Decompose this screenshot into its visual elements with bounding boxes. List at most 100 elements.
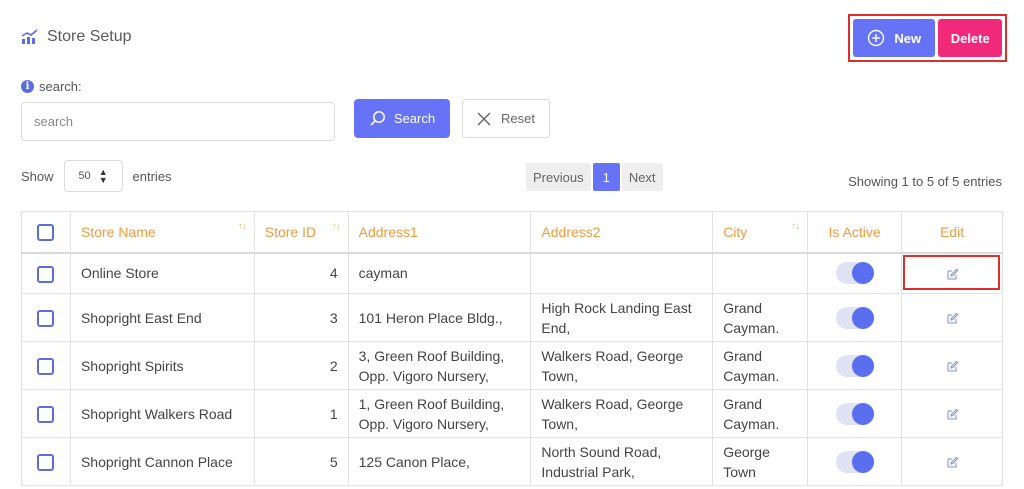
table-row: Shopright Spirits 2 3, Green Roof Buildi… [21,341,1003,390]
active-toggle[interactable] [835,262,874,285]
address2-cell: High Rock Landing East End, [530,293,714,342]
search-label: i search: [21,79,82,94]
address2-cell: Walkers Road, George Town, [530,341,714,390]
select-all-header [21,211,71,253]
store-name-cell: Shopright Cannon Place [69,437,255,486]
table-row: Shopright Walkers Road 1 1, Green Roof B… [21,389,1003,438]
row-checkbox[interactable] [37,266,55,284]
column-header-address1: Address1 [347,211,532,253]
edit-cell [901,389,1003,438]
city-cell: Grand Cayman. [712,341,809,390]
store-name-cell: Online Store [69,252,255,294]
table-row: Shopright East End 3 101 Heron Place Bld… [21,293,1003,342]
entries-select-value: 50 [78,170,91,182]
row-checkbox[interactable] [37,358,55,376]
address2-cell: Walkers Road, George Town, [530,389,714,438]
sort-icon: ↑↓ [237,221,247,232]
is-active-cell [807,389,903,438]
is-active-cell [807,293,903,342]
city-cell: Grand Cayman. [712,389,809,438]
row-checkbox[interactable] [37,310,55,328]
edit-icon[interactable] [946,456,959,469]
row-checkbox[interactable] [37,454,55,472]
column-header-is-active: Is Active [807,211,903,253]
table-row: Shopright Cannon Place 5 125 Canon Place… [21,437,1003,486]
previous-page-button[interactable]: Previous [526,163,591,191]
show-label: Show [21,168,54,184]
page-header: Store Setup [21,28,132,46]
city-cell [712,252,809,294]
sort-icon: ↑↓ [331,221,341,232]
address2-cell [530,252,714,294]
column-label: Edit [939,223,965,240]
column-label: Address2 [541,223,601,240]
edit-icon[interactable] [946,408,959,421]
address1-cell: 3, Green Roof Building, Opp. Vigoro Nurs… [347,341,532,390]
table-row: Online Store 4 cayman [21,252,1003,294]
reset-button-label: Reset [501,111,535,126]
city-cell: Grand Cayman. [712,293,809,342]
edit-cell [901,252,1003,294]
address1-cell: 101 Heron Place Bldg., [347,293,532,342]
new-button[interactable]: New [853,19,936,57]
column-header-address2: Address2 [530,211,714,253]
next-page-button[interactable]: Next [621,163,663,191]
search-icon [370,111,385,126]
is-active-cell [807,341,903,390]
store-id-cell: 1 [253,389,349,438]
info-icon: i [21,80,34,93]
new-button-label: New [894,30,922,46]
active-toggle[interactable] [835,354,874,377]
column-header-store-id[interactable]: Store ID ↑↓ [253,211,349,253]
column-header-store-name[interactable]: Store Name ↑↓ [69,211,255,253]
row-checkbox[interactable] [37,406,55,424]
column-header-edit: Edit [901,211,1003,253]
page-title: Store Setup [47,28,132,45]
column-header-city[interactable]: City ↑↓ [712,211,809,253]
close-icon [477,112,491,125]
column-label: Store Name [80,223,156,240]
row-select-cell [21,293,71,342]
edit-cell [901,437,1003,486]
column-label: Address1 [358,223,418,240]
store-name-cell: Shopright Spirits [69,341,255,390]
row-select-cell [21,341,71,390]
store-id-cell: 3 [253,293,349,342]
city-cell: George Town [712,437,809,486]
page-1-button[interactable]: 1 [592,163,620,191]
reset-button[interactable]: Reset [462,99,550,138]
delete-button[interactable]: Delete [938,19,1002,57]
store-id-cell: 2 [253,341,349,390]
store-name-cell: Shopright East End [69,293,255,342]
edit-cell [901,341,1003,390]
store-name-cell: Shopright Walkers Road [69,389,255,438]
actions-group: New Delete [848,14,1007,62]
search-button-label: Search [393,111,436,126]
edit-icon[interactable] [946,312,959,325]
select-all-checkbox[interactable] [37,223,55,241]
row-select-cell [21,437,71,486]
sort-icon: ↑↓ [791,221,800,232]
column-label: Store ID [264,223,317,240]
chart-icon [21,29,39,45]
search-button[interactable]: Search [354,99,450,138]
select-arrows-icon: ▲ ▼ [98,167,108,185]
edit-icon[interactable] [946,268,959,281]
address1-cell: 1, Green Roof Building, Opp. Vigoro Nurs… [347,389,532,438]
row-select-cell [21,252,71,294]
address2-cell: North Sound Road, Industrial Park, [530,437,714,486]
table-info: Showing 1 to 5 of 5 entries [848,174,1002,189]
column-label: City [723,223,748,240]
is-active-cell [807,437,903,486]
address1-cell: cayman [347,252,532,294]
active-toggle[interactable] [835,402,874,425]
edit-cell [901,293,1003,342]
store-id-cell: 4 [253,252,349,294]
search-input[interactable] [21,102,335,141]
active-toggle[interactable] [835,450,874,473]
edit-icon[interactable] [946,360,959,373]
is-active-cell [807,252,903,294]
address1-cell: 125 Canon Place, [347,437,532,486]
entries-select[interactable]: 50 ▲ ▼ [63,160,123,192]
active-toggle[interactable] [835,306,874,329]
